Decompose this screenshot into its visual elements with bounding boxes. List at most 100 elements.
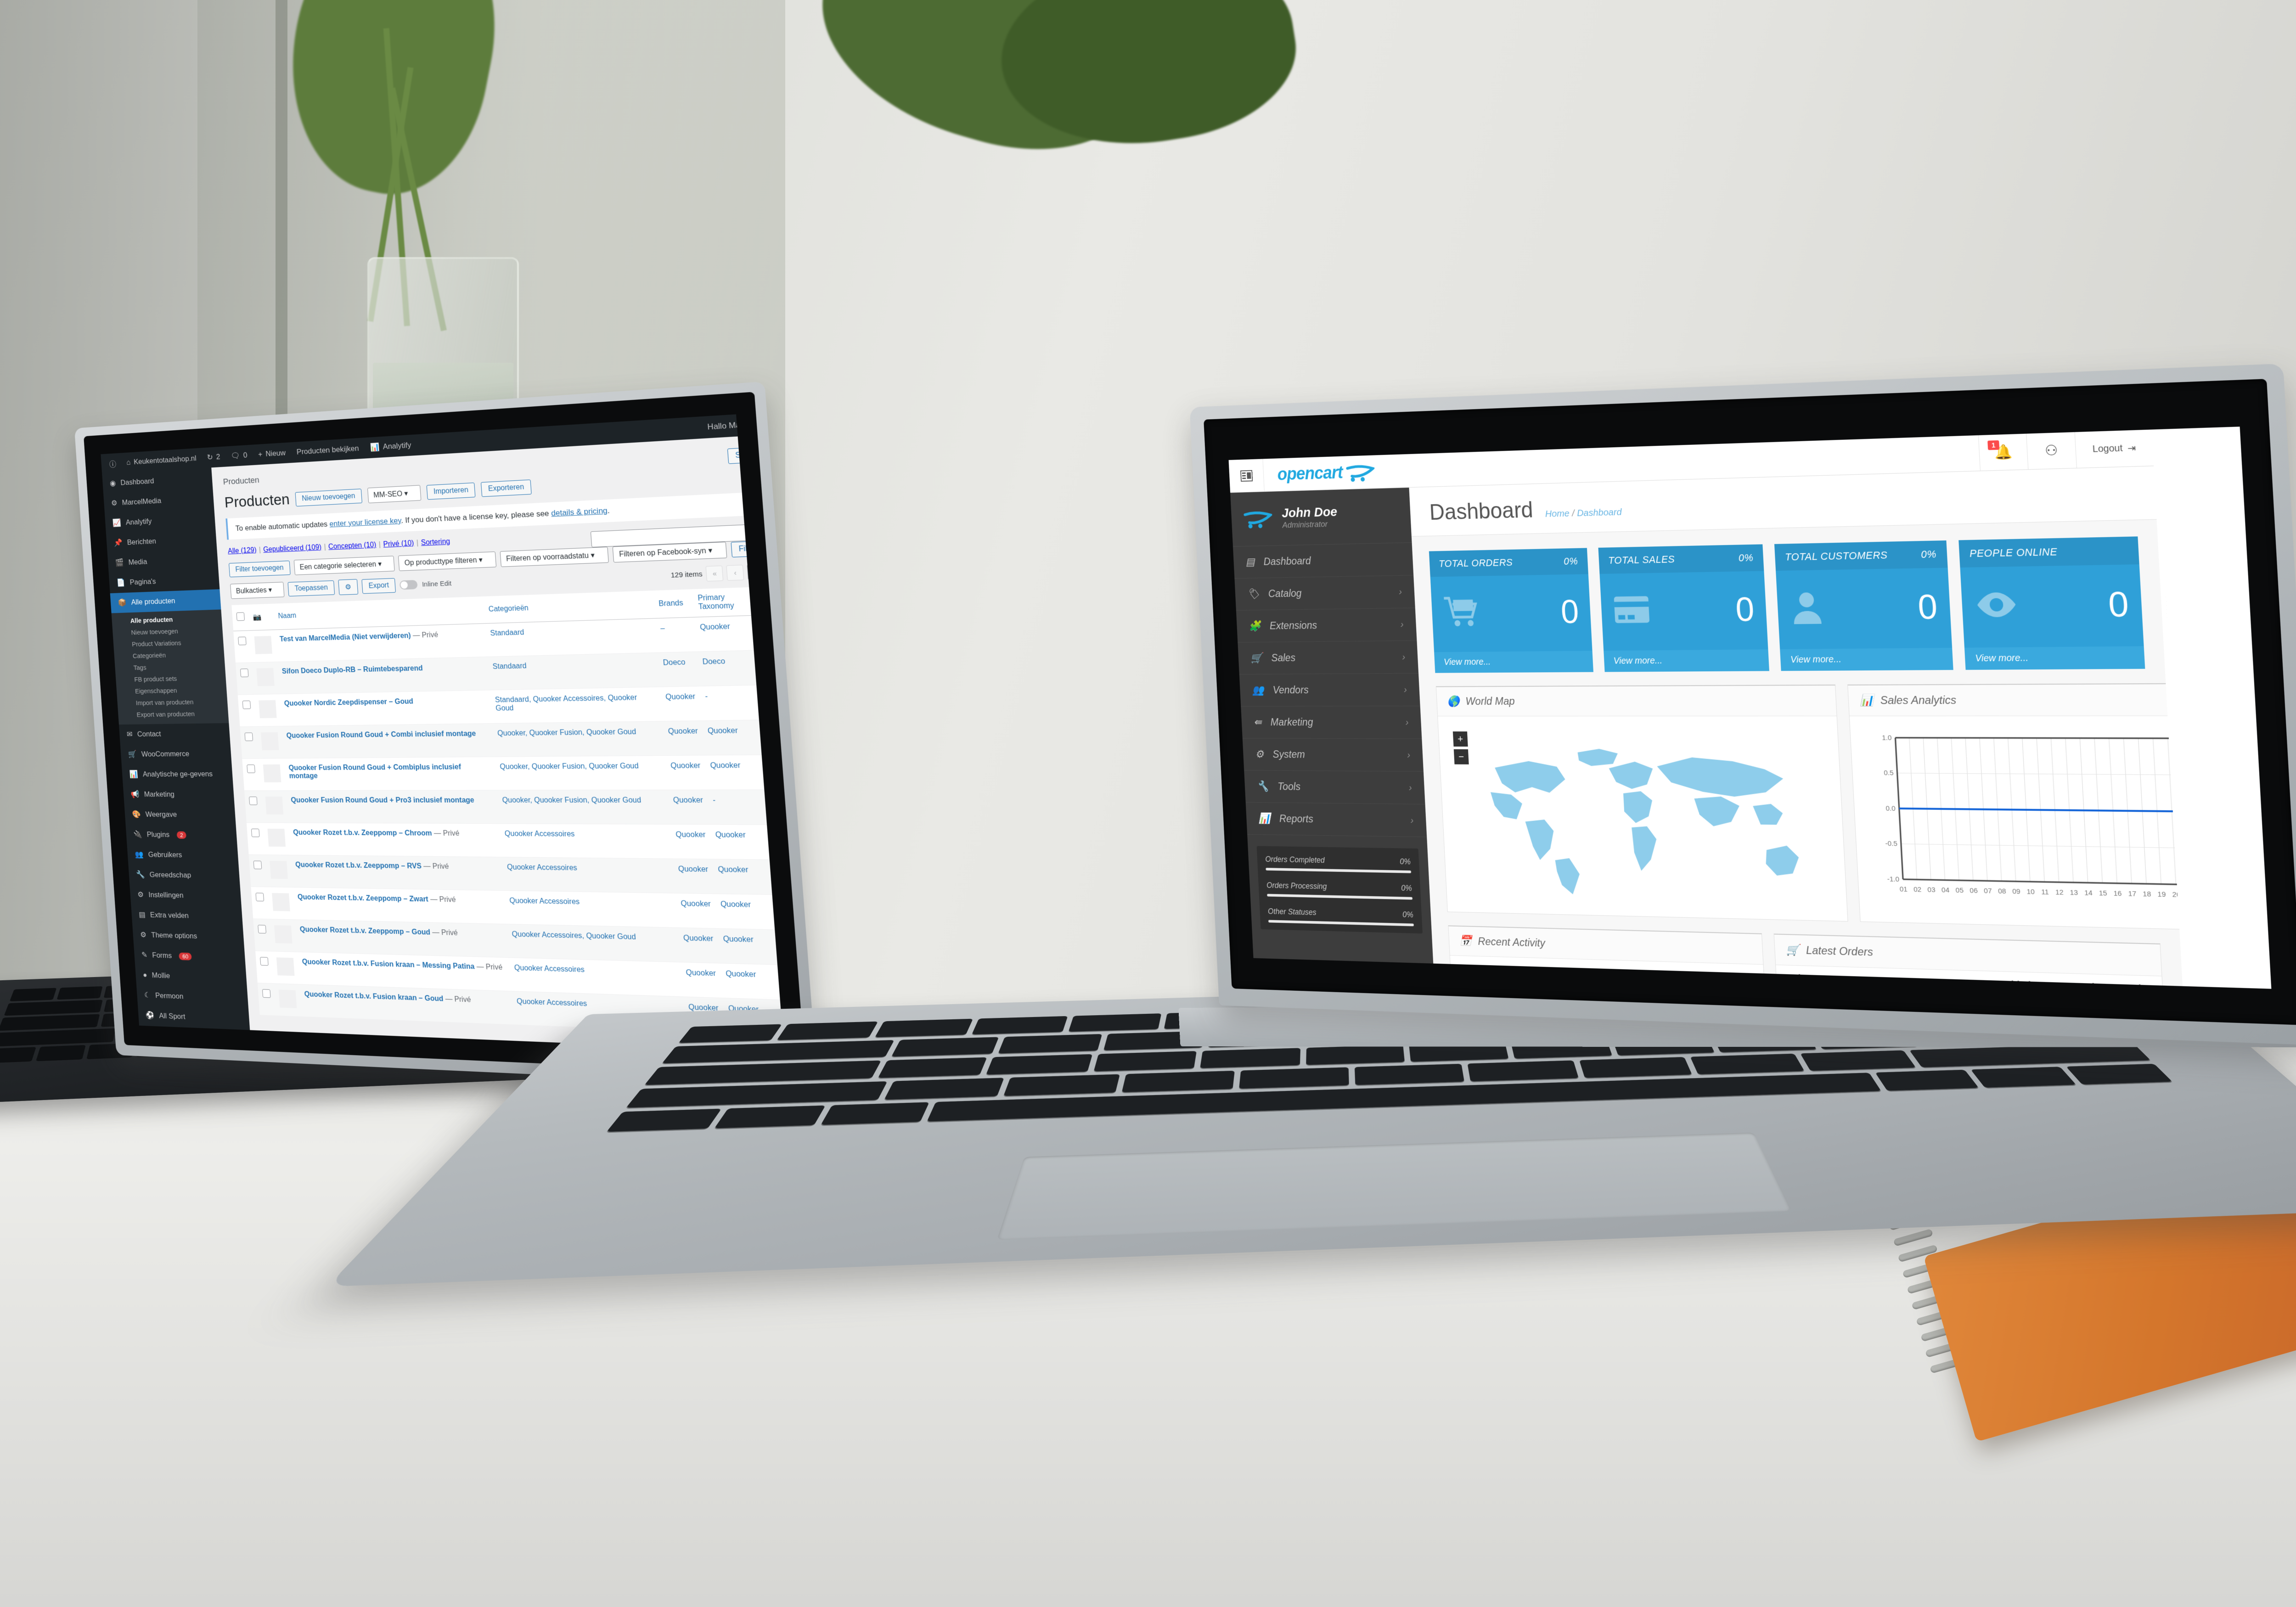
filter-alle[interactable]: Alle (129)	[228, 546, 257, 555]
breadcrumb-dashboard[interactable]: Dashboard	[1577, 507, 1622, 518]
row-checkbox[interactable]	[253, 860, 262, 870]
submenu-fb-product-sets[interactable]: FB product sets	[134, 672, 226, 686]
breadcrumb-home[interactable]: Home	[1545, 508, 1570, 519]
export-csv-button[interactable]: Export	[361, 578, 396, 594]
row-select[interactable]	[240, 726, 259, 759]
sidebar-item-catalog[interactable]: 🏷 Catalog ›	[1234, 575, 1415, 611]
select-all-checkbox[interactable]	[236, 612, 245, 621]
row-checkbox[interactable]	[251, 828, 260, 837]
sidebar-item-instellingen[interactable]: ⚙ Instellingen	[129, 885, 241, 907]
row-select[interactable]	[251, 887, 270, 919]
user-profile[interactable]: John Doe Administrator	[1230, 488, 1412, 547]
add-new-button[interactable]: Nieuw toevoegen	[295, 488, 362, 506]
sidebar-item-gereedschap[interactable]: 🔧 Gereedschap	[128, 865, 240, 886]
sidebar-item-forms[interactable]: ✎ Forms 60	[134, 945, 246, 968]
row-select[interactable]	[255, 950, 274, 984]
bulk-actions-select[interactable]: Bulkacties ▾	[230, 582, 285, 599]
map-zoom-in-button[interactable]: +	[1452, 731, 1468, 747]
submenu-eigenschappen[interactable]: Eigenschappen	[135, 684, 227, 697]
svg-text:02: 02	[1913, 886, 1922, 893]
sidebar-item-extensions[interactable]: 🧩 Extensions ›	[1236, 608, 1417, 643]
wp-new[interactable]: + Nieuw	[258, 449, 286, 459]
opencart-logo[interactable]: opencart	[1263, 455, 1390, 491]
row-checkbox[interactable]	[258, 925, 266, 934]
gear-icon[interactable]: ⚙	[338, 579, 359, 596]
license-key-link[interactable]: enter your license key	[329, 516, 401, 528]
row-select[interactable]	[253, 918, 272, 951]
sidebar-item-theme-options[interactable]: ⚙ Theme options	[132, 925, 244, 948]
view-more-link[interactable]: View more...	[1964, 646, 2145, 670]
sidebar-item-contact[interactable]: ✉ Contact	[119, 723, 231, 745]
gear-icon: ⚙	[1255, 748, 1264, 760]
sidebar-item-extra-velden[interactable]: ▤ Extra velden	[131, 905, 243, 927]
submenu-export[interactable]: Export van producten	[136, 708, 229, 721]
notifications-button[interactable]: 1 🔔	[1978, 433, 2028, 471]
sidebar-toggle-icon[interactable]	[1228, 459, 1265, 493]
wp-view-products[interactable]: Producten bekijken	[296, 444, 359, 457]
add-filter-button[interactable]: Filter toevoegen	[229, 560, 291, 578]
mm-seo-select[interactable]: MM-SEO ▾	[367, 484, 422, 503]
inline-edit-toggle[interactable]	[400, 580, 418, 590]
svg-text:13: 13	[2070, 889, 2078, 897]
trackpad[interactable]	[996, 1132, 1792, 1240]
sidebar-item-marketing[interactable]: ⇚ Marketing ›	[1241, 706, 1422, 739]
sidebar-item-analytische-gegevens[interactable]: 📊 Analytische ge-gevens	[122, 764, 233, 785]
tile-total-orders[interactable]: TOTAL ORDERS 0% 0 View more...	[1429, 548, 1593, 673]
row-select[interactable]	[248, 854, 268, 887]
sidebar-item-marketing[interactable]: 📢 Marketing	[123, 784, 235, 804]
filter-concepten[interactable]: Concepten (10)	[328, 541, 377, 551]
row-select[interactable]	[237, 694, 257, 727]
apply-button[interactable]: Toepassen	[287, 580, 335, 597]
row-select[interactable]	[257, 983, 276, 1016]
wp-site-link[interactable]: ⌂ Keukentotaalshop.nl	[126, 454, 197, 467]
row-checkbox[interactable]	[255, 893, 264, 902]
sidebar-item-dashboard[interactable]: ▤ Dashboard	[1232, 543, 1414, 579]
wp-analytify[interactable]: 📊 Analytify	[370, 441, 411, 452]
sidebar-item-plugins[interactable]: 🔌 Plugins 2	[126, 825, 237, 846]
tile-total-sales[interactable]: TOTAL SALES 0% 0 View more...	[1598, 544, 1769, 672]
help-button[interactable]: ⚇	[2026, 432, 2077, 470]
sidebar-item-gebruikers[interactable]: 👥 Gebruikers	[127, 844, 238, 865]
row-checkbox[interactable]	[262, 989, 271, 998]
row-checkbox[interactable]	[240, 669, 249, 677]
view-more-link[interactable]: View more...	[1780, 647, 1953, 671]
row-checkbox[interactable]	[247, 764, 255, 773]
sidebar-item-wpsmtp[interactable]: ✉ WP-SMTP	[139, 1025, 251, 1050]
filter-prive[interactable]: Privé (10)	[383, 539, 414, 549]
sidebar-item-woocommerce[interactable]: 🛒 WooCommerce	[120, 743, 232, 764]
logout-button[interactable]: Logout ⇥	[2074, 429, 2154, 468]
map-zoom-out-button[interactable]: −	[1453, 749, 1469, 764]
tile-total-customers[interactable]: TOTAL CUSTOMERS 0% 0 View more...	[1774, 540, 1953, 671]
sidebar-item-security[interactable]: 🛡 Security	[141, 1045, 253, 1052]
world-map[interactable]: + −	[1448, 725, 1836, 912]
chart-canvas: 1.0 0.5 0.0 -0.5 -1.001 02 03 04 05 06 07 08 09 10 11 1…	[1882, 734, 2187, 899]
row-select[interactable]	[246, 822, 265, 855]
select-all-header[interactable]	[231, 604, 250, 631]
wordpress-icon[interactable]: ⓘ	[109, 458, 117, 469]
view-more-link[interactable]: View more...	[1603, 649, 1769, 672]
row-checkbox[interactable]	[238, 636, 247, 646]
profile-name: John Doe	[1281, 504, 1338, 521]
sidebar-item-vendors[interactable]: 👥 Vendors ›	[1239, 673, 1420, 707]
sidebar-item-system[interactable]: ⚙ System ›	[1242, 738, 1424, 772]
wp-comments[interactable]: 🗨 0	[231, 451, 248, 461]
sidebar-item-tools[interactable]: 🔧 Tools ›	[1244, 770, 1425, 805]
row-select[interactable]	[233, 630, 252, 663]
row-checkbox[interactable]	[260, 957, 269, 966]
dashboard-icon: ▤	[1245, 556, 1255, 568]
row-checkbox[interactable]	[249, 796, 258, 805]
wp-updates[interactable]: ↻ 2	[207, 453, 220, 462]
row-checkbox[interactable]	[244, 732, 253, 742]
sidebar-item-reports[interactable]: 📊 Reports ›	[1245, 802, 1427, 837]
view-more-link[interactable]: View more...	[1434, 651, 1593, 673]
row-checkbox[interactable]	[242, 700, 251, 709]
row-select[interactable]	[242, 759, 261, 791]
product-thumbnail	[254, 635, 272, 654]
sidebar-item-weergave[interactable]: 🎨 Weergave	[124, 804, 236, 825]
tile-people-online[interactable]: PEOPLE ONLINE 0 View more...	[1958, 536, 2145, 670]
filter-gepubliceerd[interactable]: Gepubliceerd (109)	[263, 544, 322, 554]
row-select[interactable]	[244, 790, 263, 823]
sidebar-item-sales[interactable]: 🛒 Sales ›	[1238, 641, 1419, 675]
row-select[interactable]	[235, 662, 254, 695]
submenu-import[interactable]: Import van producten	[135, 696, 228, 709]
